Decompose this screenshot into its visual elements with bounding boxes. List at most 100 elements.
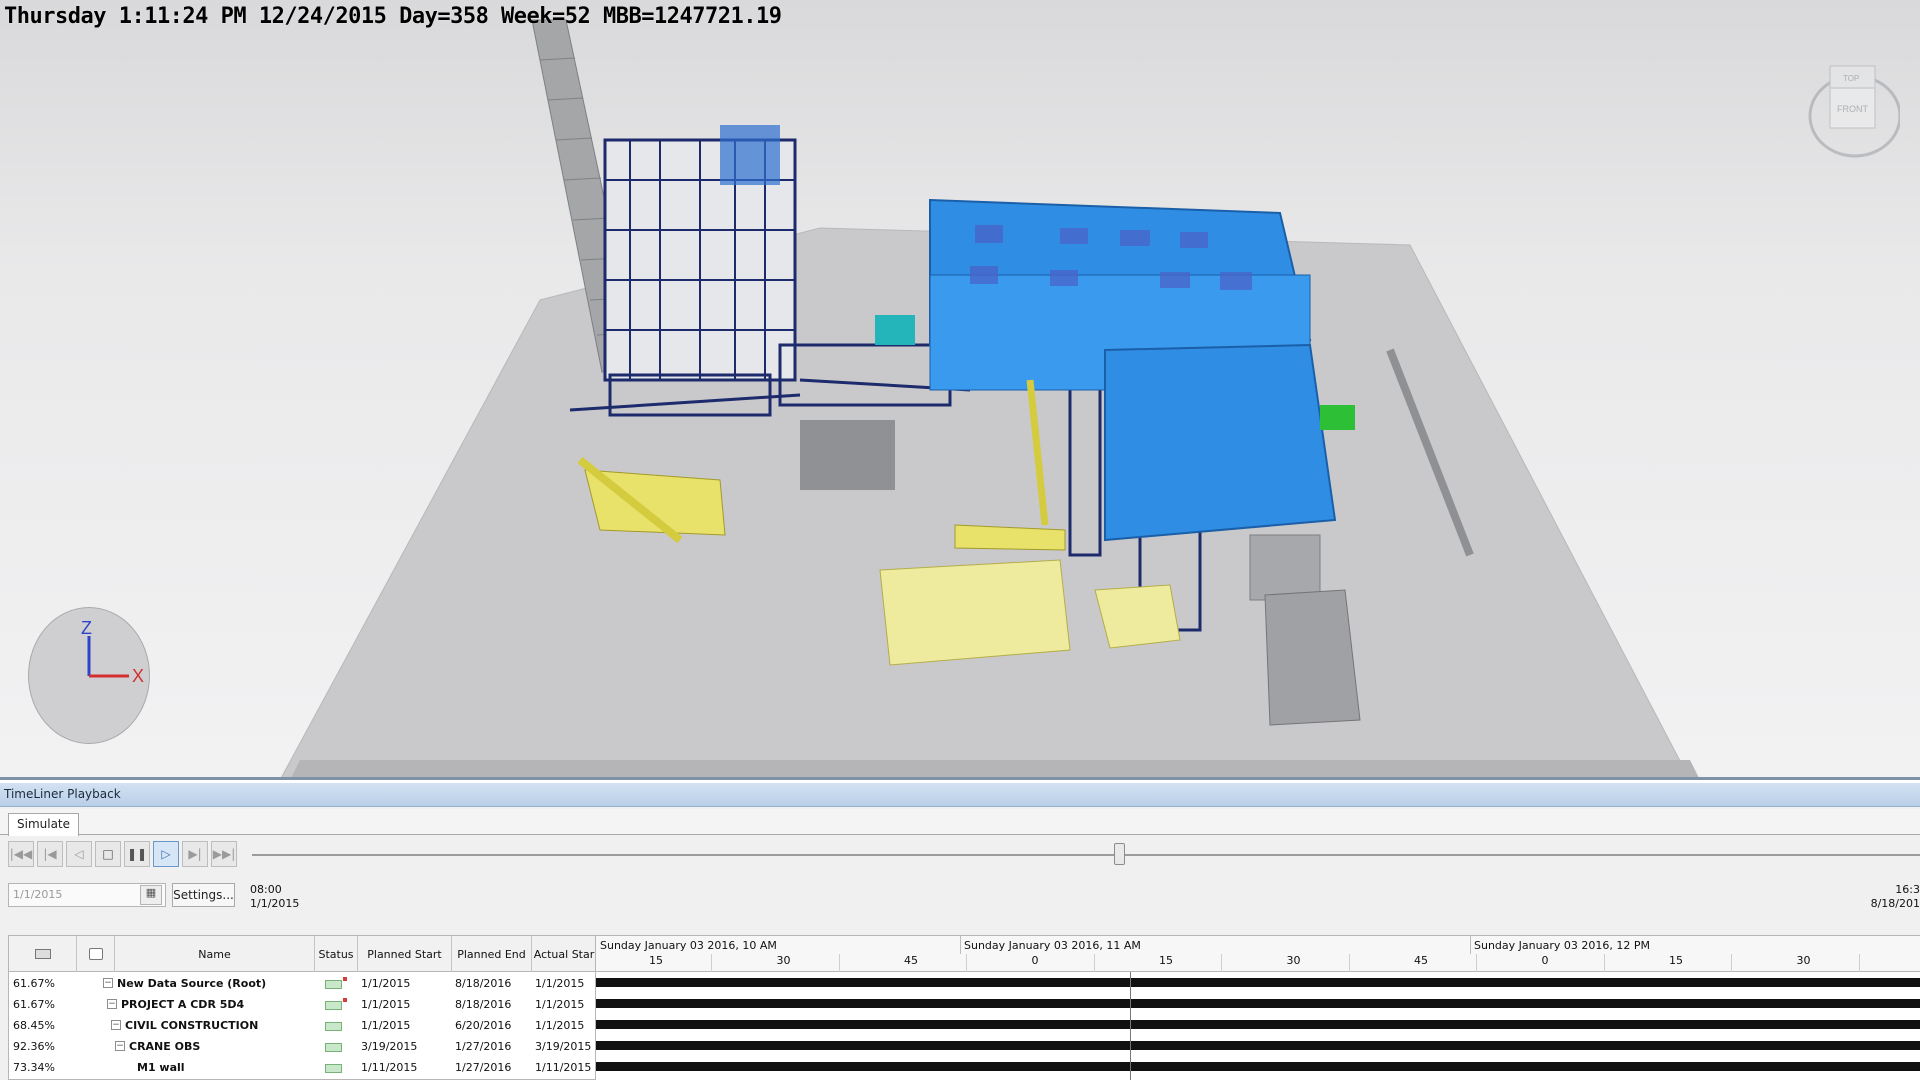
reverse-play-icon[interactable]: ◁ <box>66 841 92 867</box>
model-viewport[interactable]: Thursday 1:11:24 PM 12/24/2015 Day=358 W… <box>0 0 1920 780</box>
planned-start-cell: 1/1/2015 <box>361 998 411 1011</box>
grey-pit <box>800 420 895 490</box>
gantt-minute-tick: 45 <box>1414 954 1428 967</box>
gantt-minute-tick: 30 <box>1286 954 1301 967</box>
gantt-minute-tick: 30 <box>776 954 791 967</box>
gantt-hour-header: Sunday January 03 2016, 11 AM <box>964 939 1141 952</box>
task-name-cell[interactable]: New Data Source (Root) <box>117 977 266 990</box>
x-axis-label: X <box>132 666 144 686</box>
gantt-chart[interactable]: Sunday January 03 2016, 10 AM Sunday Janu… <box>596 935 1920 1080</box>
expand-collapse-icon[interactable]: − <box>115 1041 125 1051</box>
table-row[interactable]: 68.45% − CIVIL CONSTRUCTION 1/1/2015 6/20/20… <box>9 1016 595 1037</box>
progress-cell: 73.34% <box>13 1061 55 1074</box>
plant-model-render[interactable] <box>0 0 1920 780</box>
planned-end-cell: 1/27/2016 <box>455 1040 512 1053</box>
gantt-minute-tick: 0 <box>1031 954 1039 967</box>
gantt-task-bar[interactable] <box>596 999 1920 1008</box>
axis-triad: Z X <box>28 607 150 744</box>
col-progress[interactable] <box>9 936 77 972</box>
pause-icon[interactable]: ❚❚ <box>124 841 150 867</box>
gantt-hour-header: Sunday January 03 2016, 10 AM <box>600 939 777 952</box>
skip-to-start-icon[interactable]: |◀◀ <box>8 841 34 867</box>
table-row[interactable]: 73.34% M1 wall 1/11/2015 1/27/2016 1/11/2015 <box>9 1058 595 1079</box>
table-row[interactable]: 61.67% − New Data Source (Root) 1/1/2015 8/1… <box>9 974 595 995</box>
col-planned-end[interactable]: Planned End <box>452 936 532 972</box>
annex-building <box>1104 343 1337 542</box>
gantt-task-bar[interactable] <box>596 1062 1920 1071</box>
green-equipment <box>1320 405 1355 430</box>
expand-collapse-icon[interactable]: − <box>107 999 117 1009</box>
tab-bar: Simulate <box>0 809 1920 836</box>
start-time: 08:00 <box>250 883 282 896</box>
step-back-icon[interactable]: |◀ <box>37 841 63 867</box>
task-name-cell[interactable]: CIVIL CONSTRUCTION <box>125 1019 258 1032</box>
tab-simulate[interactable]: Simulate <box>8 813 80 836</box>
col-name[interactable]: Name <box>115 936 315 972</box>
yellow-crane-center <box>954 524 1066 551</box>
play-icon[interactable]: ▷ <box>153 841 179 867</box>
task-grid-header: Name Status Planned Start Planned End Ac… <box>9 936 595 972</box>
progress-cell: 61.67% <box>13 998 55 1011</box>
planned-start-cell: 3/19/2015 <box>361 1040 418 1053</box>
task-name-cell[interactable]: M1 wall <box>137 1061 185 1074</box>
task-name-cell[interactable]: CRANE OBS <box>129 1040 200 1053</box>
ground-edge <box>291 760 1699 777</box>
view-cube[interactable]: TOP FRONT <box>1800 56 1902 166</box>
planned-start-cell: 1/1/2015 <box>361 977 411 990</box>
progress-cell: 68.45% <box>13 1019 55 1032</box>
col-comments[interactable] <box>77 936 115 972</box>
panel-title: TimeLiner Playback <box>0 783 1920 807</box>
expand-collapse-icon[interactable]: − <box>111 1020 121 1030</box>
task-grid: Name Status Planned Start Planned End Ac… <box>8 935 596 1080</box>
calendar-icon[interactable]: ▦ <box>140 885 162 905</box>
actual-start-cell: 1/1/2015 <box>535 977 585 990</box>
z-axis-label: Z <box>81 618 92 638</box>
actual-start-cell: 1/11/2015 <box>535 1061 592 1074</box>
gantt-tick-line <box>1476 954 1477 972</box>
gantt-tick-line <box>1093 954 1095 972</box>
gantt-tick-line <box>1858 954 1860 972</box>
yellow-module-small <box>1094 584 1181 649</box>
col-planned-start[interactable]: Planned Start <box>358 936 452 972</box>
gantt-task-bar[interactable] <box>596 1041 1920 1050</box>
status-flag-icon <box>343 998 347 1002</box>
planned-start-cell: 1/1/2015 <box>361 1019 411 1032</box>
expand-collapse-icon[interactable]: − <box>103 978 113 988</box>
gantt-hour-header: Sunday January 03 2016, 12 PM <box>1474 939 1650 952</box>
gantt-current-time-line <box>1130 972 1131 1080</box>
actual-start-cell: 1/1/2015 <box>535 998 585 1011</box>
col-actual-start[interactable]: Actual Star <box>532 936 595 972</box>
stop-icon[interactable]: □ <box>95 841 121 867</box>
gantt-task-bar[interactable] <box>596 1020 1920 1029</box>
progress-column-icon <box>34 949 51 959</box>
planned-end-cell: 8/18/2016 <box>455 977 512 990</box>
status-bar-icon <box>325 1064 342 1073</box>
progress-cell: 61.67% <box>13 977 55 990</box>
gantt-minute-tick: 0 <box>1541 954 1549 967</box>
gantt-minute-tick: 45 <box>904 954 918 967</box>
gantt-minute-tick: 15 <box>649 954 663 967</box>
gantt-task-bar[interactable] <box>596 978 1920 987</box>
skip-to-end-icon[interactable]: ▶▶| <box>211 841 237 867</box>
gantt-tick-line <box>838 954 840 972</box>
col-status[interactable]: Status <box>315 936 358 972</box>
teal-equipment <box>875 315 915 345</box>
settings-button[interactable]: Settings... <box>172 883 235 907</box>
status-flag-icon <box>343 977 347 981</box>
playback-slider-thumb[interactable] <box>1114 843 1126 865</box>
playback-controls: |◀◀ |◀ ◁ □ ❚❚ ▷ ▶| ▶▶| <box>0 841 1920 877</box>
end-date: 8/18/201 <box>1870 897 1920 910</box>
gantt-minute-tick: 30 <box>1796 954 1811 967</box>
table-row[interactable]: 92.36% − CRANE OBS 3/19/2015 1/27/2016 3/19/2… <box>9 1037 595 1058</box>
boiler-top <box>720 125 780 185</box>
table-row[interactable]: 61.67% − PROJECT A CDR 5D4 1/1/2015 8/18/201… <box>9 995 595 1016</box>
playback-slider[interactable] <box>252 854 1920 856</box>
gantt-tick-line <box>1603 954 1605 972</box>
timeliner-panel: TimeLiner Playback Simulate |◀◀ |◀ ◁ □ ❚… <box>0 783 1920 1080</box>
view-cube-graphic[interactable]: TOP FRONT <box>1800 56 1902 166</box>
progress-cell: 92.36% <box>13 1040 55 1053</box>
step-forward-icon[interactable]: ▶| <box>182 841 208 867</box>
gantt-tick-line <box>966 954 967 972</box>
start-date: 1/1/2015 <box>250 897 300 910</box>
task-name-cell[interactable]: PROJECT A CDR 5D4 <box>121 998 244 1011</box>
